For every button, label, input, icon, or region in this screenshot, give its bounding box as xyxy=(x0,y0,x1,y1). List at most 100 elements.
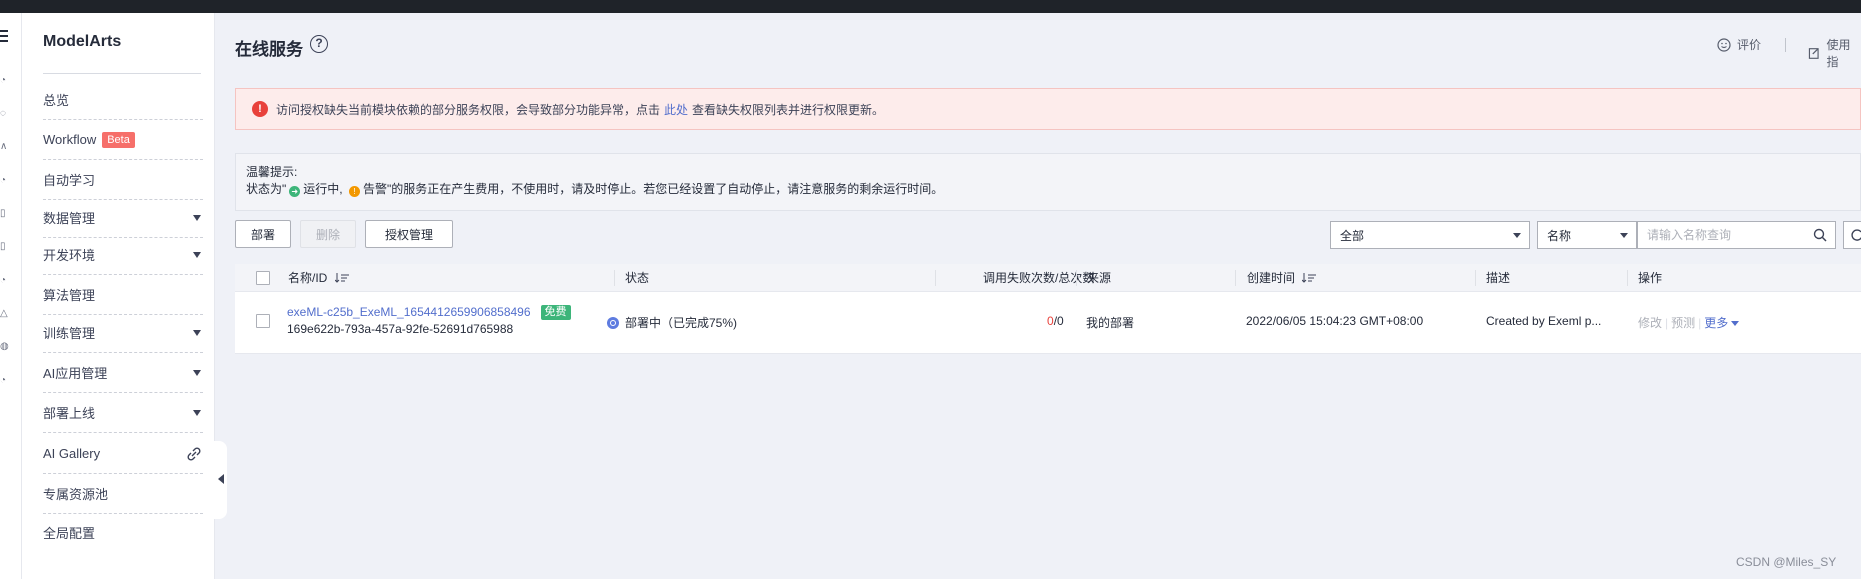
brand-title: ModelArts xyxy=(43,33,122,50)
rail-app-icon[interactable]: △ xyxy=(0,308,10,320)
table-row: exeML-c25b_ExeML_1654412659906858496 免费 1… xyxy=(235,292,1861,354)
rail-gallery-icon[interactable]: ◔ xyxy=(0,375,10,387)
sidebar-item-global-config[interactable]: 全局配置 xyxy=(43,512,203,552)
service-name-link[interactable]: exeML-c25b_ExeML_1654412659906858496 xyxy=(287,305,531,319)
sidebar-item-auto-learning[interactable]: 自动学习 xyxy=(43,160,203,200)
more-link[interactable]: 更多 xyxy=(1704,316,1728,330)
permission-alert: ! 访问授权缺失当前模块依赖的部分服务权限，会导致部分功能异常，点击 此处 查看… xyxy=(235,88,1861,130)
sidebar-item-label: 数据管理 xyxy=(43,211,96,226)
sidebar-item-workflow[interactable]: Workflow Beta xyxy=(43,120,203,160)
divider xyxy=(935,270,936,286)
rail-deploy-icon[interactable]: ◍ xyxy=(0,341,10,353)
column-name[interactable]: 名称/ID xyxy=(278,264,349,292)
rail-workflow-icon[interactable]: ◌ xyxy=(0,108,10,120)
sort-icon[interactable] xyxy=(1302,273,1317,283)
select-all-checkbox[interactable] xyxy=(256,271,270,285)
service-name-cell: exeML-c25b_ExeML_1654412659906858496 免费 xyxy=(287,305,571,320)
alarm-status-icon: ! xyxy=(348,186,360,197)
search-icon[interactable] xyxy=(1813,228,1827,242)
rail-autolearn-icon[interactable]: ∧ xyxy=(0,141,10,153)
sidebar-item-label: 部署上线 xyxy=(43,406,96,421)
services-table: 名称/ID 状态 调用失败次数/总次数 来源 创建时间 描述 操作 exeML-… xyxy=(235,264,1861,354)
rail-train-icon[interactable]: ◔ xyxy=(0,275,10,287)
status-filter-select[interactable]: 全部 xyxy=(1330,221,1530,249)
rail-data-icon[interactable]: ◔ xyxy=(0,175,10,187)
sidebar-item-label: 专属资源池 xyxy=(43,487,109,502)
sidebar-item-label: 全局配置 xyxy=(43,525,96,541)
sort-icon[interactable] xyxy=(334,273,349,283)
fail-count: 0 xyxy=(1047,314,1054,328)
column-ops: 操作 xyxy=(1638,271,1663,285)
running-status-icon: ➜ xyxy=(289,186,301,197)
sidebar-item-resource-pool[interactable]: 专属资源池 xyxy=(43,474,203,514)
icon-rail: ◔ ◌ ∧ ◔ ▯ ▯ ◔ △ ◍ ◔ xyxy=(0,13,22,579)
auth-manage-button[interactable]: 授权管理 xyxy=(365,220,453,248)
divider xyxy=(1235,270,1236,286)
source-cell: 我的部署 xyxy=(1086,316,1135,330)
search-input[interactable] xyxy=(1638,222,1808,248)
divider xyxy=(43,73,201,74)
tips-box: 温馨提示: 状态为" ➜ 运行中, ! 告警"的服务正在产生费用，不使用时，请及时停止… xyxy=(235,153,1861,211)
sidebar-item-label: 训练管理 xyxy=(43,326,96,341)
ops-cell: 修改 | 预测 | 更多 xyxy=(1638,314,1740,331)
sidebar-item-training[interactable]: 训练管理 xyxy=(43,313,203,353)
external-link-icon xyxy=(187,447,201,461)
divider: | xyxy=(1698,316,1702,330)
sidebar-item-dev-env[interactable]: 开发环境 xyxy=(43,235,203,275)
chevron-down-icon xyxy=(193,330,201,336)
rail-overview-icon[interactable]: ◔ xyxy=(0,75,10,87)
rail-algo-icon[interactable]: ▯ xyxy=(0,241,10,253)
predict-link[interactable]: 预测 xyxy=(1671,316,1695,330)
alert-text: 访问授权缺失当前模块依赖的部分服务权限，会导致部分功能异常，点击 xyxy=(276,102,661,117)
help-icon[interactable]: ? xyxy=(310,35,328,53)
chevron-left-icon xyxy=(218,474,224,484)
refresh-button[interactable] xyxy=(1843,221,1861,249)
sidebar-item-overview[interactable]: 总览 xyxy=(43,80,203,120)
divider xyxy=(1785,38,1786,52)
error-icon: ! xyxy=(252,101,268,117)
hamburger-menu-icon[interactable] xyxy=(0,30,10,44)
sidebar: ModelArts 总览 Workflow Beta 自动学习 数据管理 开发环境… xyxy=(22,13,215,579)
row-checkbox[interactable] xyxy=(256,314,270,328)
column-created[interactable]: 创建时间 xyxy=(1237,264,1317,292)
alert-link[interactable]: 此处 xyxy=(664,101,688,118)
sidebar-item-data-management[interactable]: 数据管理 xyxy=(43,198,203,238)
search-box xyxy=(1637,221,1836,249)
status-text: 部署中（已完成75%) xyxy=(625,316,738,330)
sidebar-item-label: Workflow xyxy=(43,132,97,147)
rate-button[interactable]: 评价 xyxy=(1717,36,1761,53)
free-badge: 免费 xyxy=(540,305,571,320)
status-cell: 部署中（已完成75%) xyxy=(607,314,737,331)
column-created-label: 创建时间 xyxy=(1247,271,1296,285)
tips-rest: "的服务正在产生费用，不使用时，请及时停止。若您已经设置了自动停止，请注意服务的… xyxy=(386,182,944,196)
rate-label: 评价 xyxy=(1737,38,1762,52)
created-cell: 2022/06/05 15:04:23 GMT+08:00 xyxy=(1246,314,1424,328)
chevron-down-icon xyxy=(193,410,201,416)
guide-button[interactable]: 使用指 xyxy=(1808,36,1861,70)
status-filter-value: 全部 xyxy=(1340,228,1365,243)
deploying-icon xyxy=(607,317,619,329)
rail-dev-icon[interactable]: ▯ xyxy=(0,208,10,220)
field-filter-value: 名称 xyxy=(1547,228,1572,243)
chevron-down-icon xyxy=(1731,321,1740,326)
sidebar-item-label: AI Gallery xyxy=(43,446,101,461)
chevron-down-icon xyxy=(193,252,201,258)
edit-link[interactable]: 修改 xyxy=(1638,316,1662,330)
field-filter-select[interactable]: 名称 xyxy=(1537,221,1637,249)
sidebar-item-ai-gallery[interactable]: AI Gallery xyxy=(43,434,203,474)
sidebar-item-ai-app[interactable]: AI应用管理 xyxy=(43,353,203,393)
total-count: /0 xyxy=(1053,314,1064,328)
tips-content: 状态为" ➜ 运行中, ! 告警"的服务正在产生费用，不使用时，请及时停止。若您已经设… xyxy=(246,181,1850,198)
delete-button[interactable]: 删除 xyxy=(300,220,356,248)
guide-label: 使用指 xyxy=(1826,38,1851,69)
sidebar-collapse-button[interactable] xyxy=(207,441,227,519)
page-title: 在线服务 xyxy=(235,40,303,59)
sidebar-item-algorithm[interactable]: 算法管理 xyxy=(43,275,203,315)
service-id: 169e622b-793a-457a-92fe-52691d765988 xyxy=(287,322,514,336)
sidebar-item-label: 自动学习 xyxy=(43,173,96,188)
sidebar-item-deploy[interactable]: 部署上线 xyxy=(43,393,203,433)
tips-alarm: 告警 xyxy=(362,182,387,196)
chevron-down-icon xyxy=(1620,233,1628,238)
tips-title: 温馨提示: xyxy=(246,165,298,179)
deploy-button[interactable]: 部署 xyxy=(235,220,291,248)
